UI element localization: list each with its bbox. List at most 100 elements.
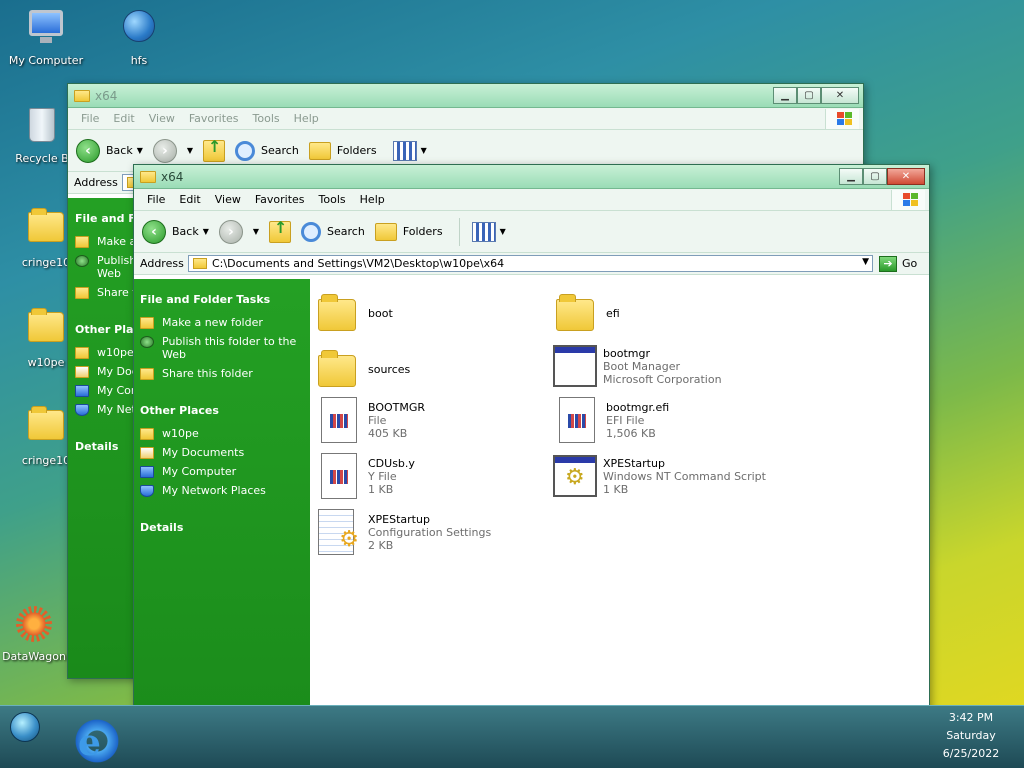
taskbar: e 3:42 PM Saturday 6/25/2022 (0, 705, 1024, 768)
desktop-icon-hfs[interactable]: hfs (99, 6, 179, 67)
close-button[interactable]: ✕ (821, 87, 859, 104)
menu-edit[interactable]: Edit (172, 193, 207, 206)
address-input[interactable]: C:\Documents and Settings\VM2\Desktop\w1… (188, 255, 873, 272)
task-share-folder[interactable]: Share this folder (140, 367, 304, 380)
menu-help[interactable]: Help (353, 193, 392, 206)
file-size: 1 KB (368, 483, 394, 496)
menu-tools[interactable]: Tools (246, 112, 287, 125)
up-folder-icon[interactable] (269, 218, 292, 243)
file-item-bootmgr-file[interactable]: BOOTMGR File 405 KB (318, 397, 554, 449)
menu-file[interactable]: File (140, 193, 172, 206)
place-my-computer[interactable]: My Cor (75, 384, 138, 397)
chevron-down-icon[interactable]: ▼ (862, 257, 869, 267)
folder-icon (556, 287, 598, 335)
computer-icon (75, 385, 89, 397)
back-button[interactable]: ‹ Back ▼ (76, 138, 143, 163)
menu-view[interactable]: View (208, 193, 248, 206)
go-button[interactable]: ➔ Go (873, 255, 929, 272)
share-icon (140, 368, 154, 380)
file-size: 1,506 KB (606, 427, 656, 440)
views-button[interactable]: ▼ (387, 140, 427, 161)
title-bar[interactable]: x64 ▁ ▢ ✕ (134, 165, 929, 189)
task-label: Publish this folder to the Web (162, 335, 297, 361)
window-title: x64 (161, 170, 184, 184)
task-publish-folder[interactable]: Publish this folder to the Web (140, 335, 304, 361)
start-button[interactable] (10, 712, 40, 742)
forward-button[interactable]: › ▼ (218, 219, 259, 244)
publish-icon (75, 255, 89, 267)
place-w10pe[interactable]: w10pe (75, 346, 138, 359)
folders-label: Folders (336, 144, 377, 157)
back-button[interactable]: ‹ Back ▼ (142, 219, 209, 244)
menu-tools[interactable]: Tools (312, 193, 353, 206)
file-item-xpestartup-cmd[interactable]: XPEStartup Windows NT Command Script 1 K… (553, 453, 789, 505)
file-type: Boot Manager (603, 360, 681, 373)
file-type: EFI File (606, 414, 645, 427)
place-label: My Documents (162, 446, 245, 459)
file-item-efi[interactable]: efi (556, 287, 792, 339)
window-body: File and Folder Tasks Make a new folder … (134, 279, 929, 759)
window-title: x64 (95, 89, 118, 103)
task-publish[interactable]: Publish Web (75, 254, 138, 280)
folder-icon (318, 287, 360, 335)
desktop-icon-datawagon[interactable]: DataWagon (0, 604, 74, 663)
system-tray-clock[interactable]: 3:42 PM Saturday 6/25/2022 (926, 706, 1016, 768)
up-folder-icon[interactable] (203, 137, 226, 162)
back-label: Back (106, 144, 133, 157)
menu-favorites[interactable]: Favorites (182, 112, 246, 125)
file-item-bootmgr-efi[interactable]: bootmgr.efi EFI File 1,506 KB (556, 397, 792, 449)
task-make-new-folder[interactable]: Make a new folder (140, 316, 304, 329)
close-button[interactable]: ✕ (887, 168, 925, 185)
views-icon (392, 140, 417, 161)
task-pane-heading: File and Fo (75, 212, 138, 225)
details-heading[interactable]: Details (140, 521, 304, 534)
place-my-computer[interactable]: My Computer (140, 465, 304, 478)
network-icon (75, 404, 89, 416)
minimize-button[interactable]: ▁ (839, 168, 863, 185)
place-my-documents[interactable]: My Documents (140, 446, 304, 459)
menu-view[interactable]: View (142, 112, 182, 125)
menu-file[interactable]: File (74, 112, 106, 125)
task-make-folder[interactable]: Make a (75, 235, 138, 248)
menu-help[interactable]: Help (287, 112, 326, 125)
details-heading[interactable]: Details (75, 440, 138, 453)
maximize-button[interactable]: ▢ (863, 168, 887, 185)
place-my-network[interactable]: My Net (75, 403, 138, 416)
explorer-window-front[interactable]: x64 ▁ ▢ ✕ File Edit View Favorites Tools… (133, 164, 930, 760)
task-label: Share this folder (162, 367, 253, 380)
file-size: 2 KB (368, 539, 394, 552)
maximize-button[interactable]: ▢ (797, 87, 821, 104)
folders-label: Folders (402, 225, 443, 238)
internet-explorer-icon[interactable]: e (72, 718, 122, 764)
file-item-bootmgr-app[interactable]: bootmgr Boot Manager Microsoft Corporati… (553, 343, 789, 395)
folder-icon (140, 428, 154, 440)
file-item-sources[interactable]: sources (318, 343, 554, 395)
place-label: My Network Places (162, 484, 266, 497)
desktop-icon-label: DataWagon (2, 650, 66, 663)
desktop-icon-my-computer[interactable]: My Computer (6, 6, 86, 67)
place-w10pe[interactable]: w10pe (140, 427, 304, 440)
minimize-button[interactable]: ▁ (773, 87, 797, 104)
folder-icon (74, 90, 90, 102)
file-item-xpestartup-ini[interactable]: XPEStartup Configuration Settings 2 KB (318, 509, 554, 561)
folders-button[interactable]: Folders (308, 141, 377, 160)
place-my-network-places[interactable]: My Network Places (140, 484, 304, 497)
place-my-documents[interactable]: My Doc (75, 365, 138, 378)
file-item-cdusb[interactable]: CDUsb.y Y File 1 KB (318, 453, 554, 505)
folder-icon (75, 347, 89, 359)
documents-icon (75, 366, 89, 378)
menu-favorites[interactable]: Favorites (248, 193, 312, 206)
title-bar[interactable]: x64 ▁ ▢ ✕ (68, 84, 863, 108)
views-button[interactable]: ▼ (466, 221, 506, 242)
search-button[interactable]: Search (235, 140, 299, 161)
file-name: bootmgr (603, 347, 650, 360)
menu-edit[interactable]: Edit (106, 112, 141, 125)
folders-button[interactable]: Folders (374, 222, 443, 241)
file-name: sources (368, 363, 411, 376)
task-share[interactable]: Share t (75, 286, 138, 299)
file-item-boot[interactable]: boot (318, 287, 554, 339)
share-icon (75, 287, 89, 299)
search-button[interactable]: Search (301, 221, 365, 242)
file-size: 1 KB (603, 483, 629, 496)
forward-button[interactable]: › ▼ (152, 138, 193, 163)
